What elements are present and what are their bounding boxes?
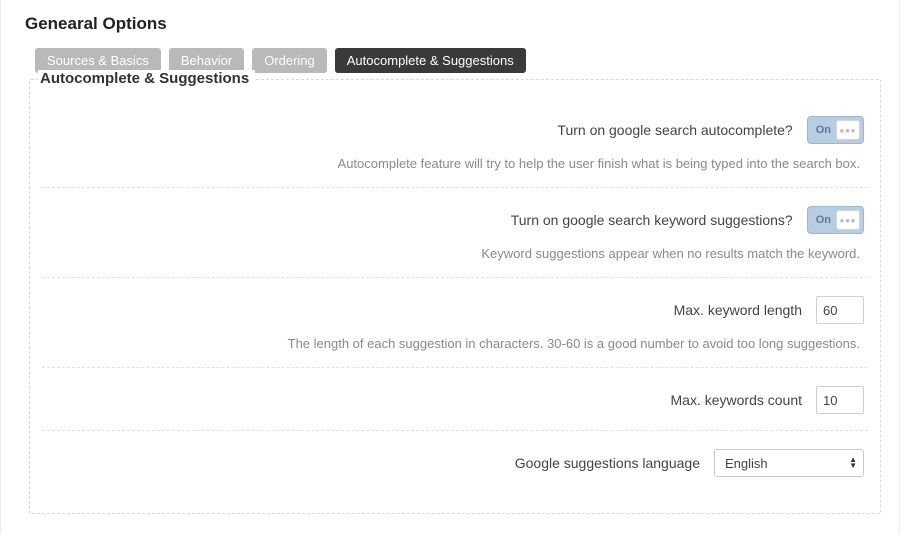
- label-suggestions-language: Google suggestions language: [515, 455, 700, 471]
- toggle-knob-icon: •••: [836, 120, 860, 140]
- row-suggestions-language: Google suggestions language English ▲▼: [42, 431, 868, 493]
- toggle-keyword-state: On: [811, 214, 836, 226]
- toggle-autocomplete[interactable]: On •••: [807, 116, 864, 144]
- row-autocomplete-toggle: Turn on google search autocomplete? On •…: [42, 98, 868, 188]
- tab-ordering[interactable]: Ordering: [252, 48, 327, 73]
- select-wrap-language: English ▲▼: [714, 449, 864, 477]
- toggle-knob-icon: •••: [836, 210, 860, 230]
- settings-panel: Genearal Options Sources & Basics Behavi…: [0, 0, 900, 534]
- desc-autocomplete-toggle: Autocomplete feature will try to help th…: [46, 156, 864, 171]
- label-max-keywords-count: Max. keywords count: [671, 392, 803, 408]
- select-suggestions-language[interactable]: English: [714, 449, 864, 477]
- section-title: Autocomplete & Suggestions: [38, 70, 255, 87]
- toggle-keyword-suggestions[interactable]: On •••: [807, 206, 864, 234]
- input-max-keyword-length[interactable]: [816, 296, 864, 324]
- desc-keyword-toggle: Keyword suggestions appear when no resul…: [46, 246, 864, 261]
- label-max-keyword-length: Max. keyword length: [674, 302, 802, 318]
- label-keyword-toggle: Turn on google search keyword suggestion…: [511, 212, 793, 228]
- row-max-keyword-length: Max. keyword length The length of each s…: [42, 278, 868, 368]
- label-autocomplete-toggle: Turn on google search autocomplete?: [557, 122, 792, 138]
- toggle-autocomplete-state: On: [811, 124, 836, 136]
- row-keyword-toggle: Turn on google search keyword suggestion…: [42, 188, 868, 278]
- row-max-keywords-count: Max. keywords count: [42, 368, 868, 431]
- input-max-keywords-count[interactable]: [816, 386, 864, 414]
- desc-max-keyword-length: The length of each suggestion in charact…: [46, 336, 864, 351]
- tab-autocomplete-suggestions[interactable]: Autocomplete & Suggestions: [335, 48, 526, 73]
- section-autocomplete: Autocomplete & Suggestions Turn on googl…: [29, 79, 881, 514]
- page-title: Genearal Options: [25, 14, 881, 34]
